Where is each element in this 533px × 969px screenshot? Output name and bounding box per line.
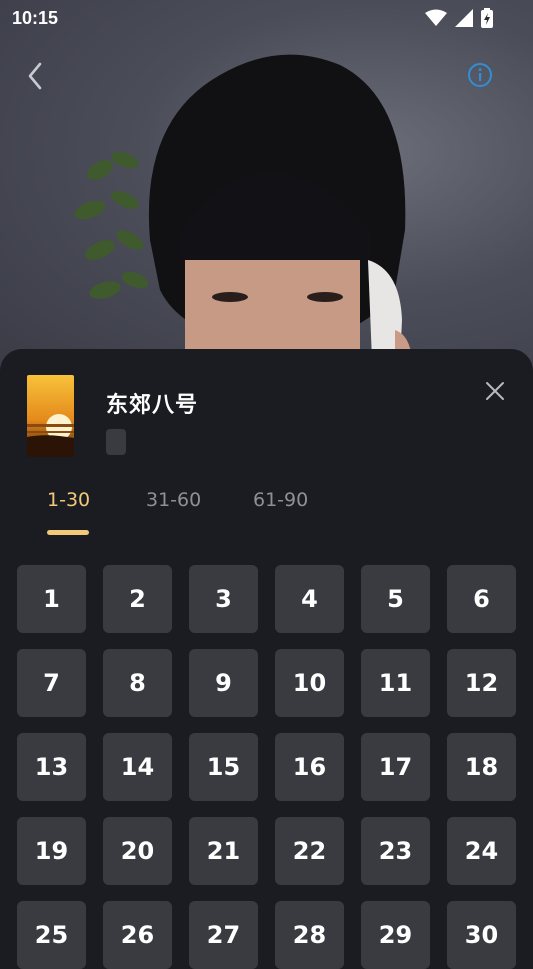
episode-button[interactable]: 1 [17, 565, 86, 633]
close-icon[interactable] [485, 381, 505, 401]
episode-button[interactable]: 19 [17, 817, 86, 885]
episode-button[interactable]: 29 [361, 901, 430, 969]
drama-poster[interactable] [27, 375, 74, 457]
episode-button[interactable]: 8 [103, 649, 172, 717]
episode-button[interactable]: 25 [17, 901, 86, 969]
info-circle-icon[interactable] [467, 62, 493, 88]
episode-button[interactable]: 7 [17, 649, 86, 717]
video-player[interactable] [0, 0, 533, 380]
episode-sheet: 东郊八号 1-30 31-60 61-90 1 2 3 4 5 6 7 8 9 … [0, 349, 533, 969]
episode-grid: 1 2 3 4 5 6 7 8 9 10 11 12 13 14 15 16 1… [17, 565, 517, 969]
tab-31-60[interactable]: 31-60 [146, 489, 201, 511]
active-tab-indicator [47, 530, 89, 535]
episode-button[interactable]: 15 [189, 733, 258, 801]
person-in-video [148, 54, 412, 360]
cell-signal-icon [455, 9, 473, 27]
tab-61-90[interactable]: 61-90 [253, 489, 308, 511]
drama-tag-placeholder [106, 429, 126, 455]
episode-button[interactable]: 21 [189, 817, 258, 885]
back-icon[interactable] [24, 60, 48, 92]
episode-button[interactable]: 20 [103, 817, 172, 885]
episode-range-tabs: 1-30 31-60 61-90 [0, 487, 533, 537]
battery-charging-icon [481, 8, 493, 28]
episode-button[interactable]: 18 [447, 733, 516, 801]
episode-button[interactable]: 28 [275, 901, 344, 969]
episode-button[interactable]: 23 [361, 817, 430, 885]
episode-button[interactable]: 10 [275, 649, 344, 717]
episode-button[interactable]: 9 [189, 649, 258, 717]
episode-button[interactable]: 4 [275, 565, 344, 633]
episode-button[interactable]: 22 [275, 817, 344, 885]
episode-button[interactable]: 5 [361, 565, 430, 633]
wifi-icon [425, 9, 447, 26]
episode-button[interactable]: 6 [447, 565, 516, 633]
episode-button[interactable]: 2 [103, 565, 172, 633]
episode-button[interactable]: 3 [189, 565, 258, 633]
episode-button[interactable]: 11 [361, 649, 430, 717]
episode-button[interactable]: 30 [447, 901, 516, 969]
episode-button[interactable]: 16 [275, 733, 344, 801]
drama-title: 东郊八号 [106, 393, 199, 418]
status-time: 10:15 [12, 8, 59, 28]
episode-button[interactable]: 14 [103, 733, 172, 801]
status-bar: 10:15 [0, 0, 533, 36]
episode-button[interactable]: 12 [447, 649, 516, 717]
episode-button[interactable]: 13 [17, 733, 86, 801]
episode-button[interactable]: 17 [361, 733, 430, 801]
episode-button[interactable]: 27 [189, 901, 258, 969]
tab-1-30[interactable]: 1-30 [47, 489, 90, 511]
episode-button[interactable]: 26 [103, 901, 172, 969]
episode-button[interactable]: 24 [447, 817, 516, 885]
